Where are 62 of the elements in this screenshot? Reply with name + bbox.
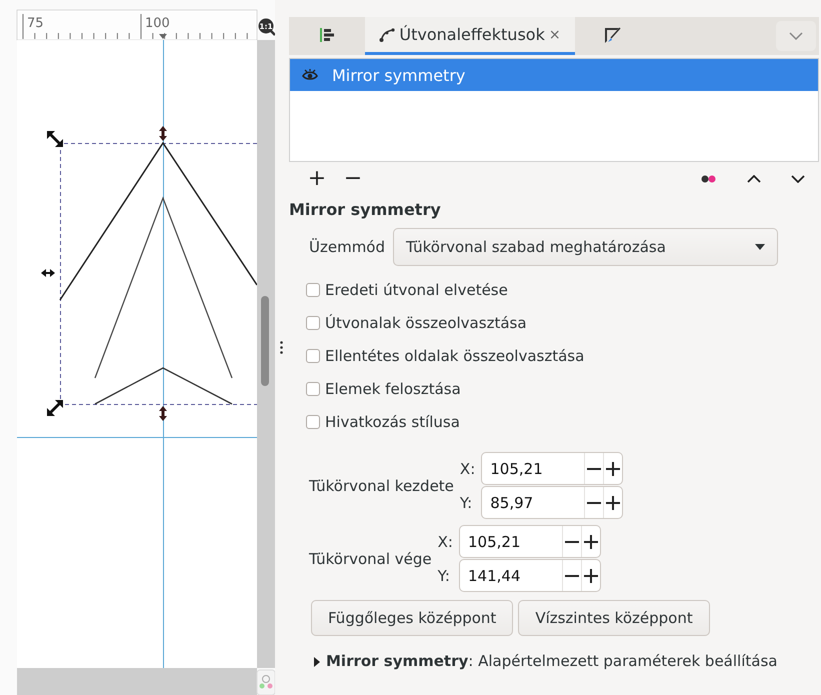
- decrement-icon[interactable]: [584, 487, 604, 518]
- axis-label: X:: [460, 460, 476, 478]
- expander-icon[interactable]: [313, 655, 321, 667]
- effect-title: Mirror symmetry: [289, 200, 442, 219]
- axis-label: X:: [438, 532, 453, 550]
- increment-icon[interactable]: [581, 560, 600, 591]
- increment-icon[interactable]: [603, 487, 622, 518]
- option-checkbox[interactable]: Ellentétes oldalak összeolvasztása: [306, 339, 819, 372]
- align-icon: [320, 28, 334, 42]
- mode-label: Üzemmód: [309, 238, 386, 256]
- axis-label: Y:: [460, 494, 474, 512]
- mode-dropdown[interactable]: Tükörvonal szabad meghatározása: [393, 228, 778, 266]
- effect-list-item[interactable]: Mirror symmetry: [290, 59, 818, 91]
- scrollbar[interactable]: [257, 40, 275, 668]
- color-mode-icon[interactable]: [256, 670, 275, 695]
- brush-icon: [604, 26, 622, 44]
- option-checkbox[interactable]: Elemek felosztása: [306, 372, 819, 405]
- decrement-icon[interactable]: [562, 560, 581, 591]
- panel-resize-handle-icon[interactable]: [280, 341, 283, 354]
- chevron-down-icon: [789, 32, 803, 40]
- option-checkbox[interactable]: Eredeti útvonal elvetése: [306, 273, 819, 306]
- decrement-icon[interactable]: [562, 526, 581, 557]
- chevron-up-icon[interactable]: [747, 175, 761, 183]
- number-field[interactable]: 141,44: [459, 559, 601, 592]
- duplicate-effect-icon[interactable]: [701, 175, 717, 183]
- scrollbar[interactable]: [17, 668, 257, 695]
- scale-handle-icon[interactable]: [41, 269, 55, 277]
- option-checkbox[interactable]: Útvonalak összeolvasztása: [306, 306, 819, 339]
- option-checkbox[interactable]: Hivatkozás stílusa: [306, 405, 819, 438]
- scale-handle-icon[interactable]: [159, 406, 167, 421]
- checkbox[interactable]: [306, 382, 320, 396]
- number-field[interactable]: 105,21: [459, 525, 601, 558]
- panel-tab[interactable]: Útvonaleffektusok ×: [365, 17, 575, 55]
- increment-icon[interactable]: [603, 453, 622, 484]
- checkbox[interactable]: [306, 282, 320, 296]
- close-tab-icon[interactable]: ×: [548, 26, 561, 42]
- scale-handle-icon[interactable]: [159, 126, 167, 141]
- axis-label: Y:: [438, 566, 451, 584]
- number-field[interactable]: 85,97: [481, 486, 624, 519]
- increment-icon[interactable]: [581, 526, 600, 557]
- checkbox[interactable]: [306, 316, 320, 330]
- remove-effect-button[interactable]: −: [335, 168, 371, 190]
- point-label: Tükörvonal kezdete: [309, 476, 454, 494]
- decrement-icon[interactable]: [584, 453, 604, 484]
- chevron-down-icon[interactable]: [791, 175, 805, 183]
- path-effect-icon: [379, 28, 396, 42]
- ruler-label: 75: [27, 16, 44, 31]
- add-effect-button[interactable]: +: [299, 168, 335, 190]
- scale-handle-icon[interactable]: [47, 131, 63, 147]
- checkbox[interactable]: [306, 348, 320, 362]
- point-label: Tükörvonal vége: [309, 550, 432, 568]
- scale-handle-icon[interactable]: [47, 400, 63, 416]
- guide-line[interactable]: [163, 40, 164, 668]
- center-button[interactable]: Függőleges középpont: [311, 600, 514, 636]
- defaults-expander-label[interactable]: Mirror symmetry: Alapértelmezett paraméterek beállítása: [326, 652, 778, 670]
- center-button[interactable]: Vízszintes középpont: [518, 600, 710, 636]
- dropdown-arrow-icon: [755, 244, 766, 250]
- number-field[interactable]: 105,21: [481, 452, 624, 485]
- eye-icon[interactable]: [302, 69, 318, 81]
- scrollbar-thumb[interactable]: [261, 296, 269, 386]
- ruler-label: 100: [145, 16, 170, 31]
- checkbox[interactable]: [306, 414, 320, 428]
